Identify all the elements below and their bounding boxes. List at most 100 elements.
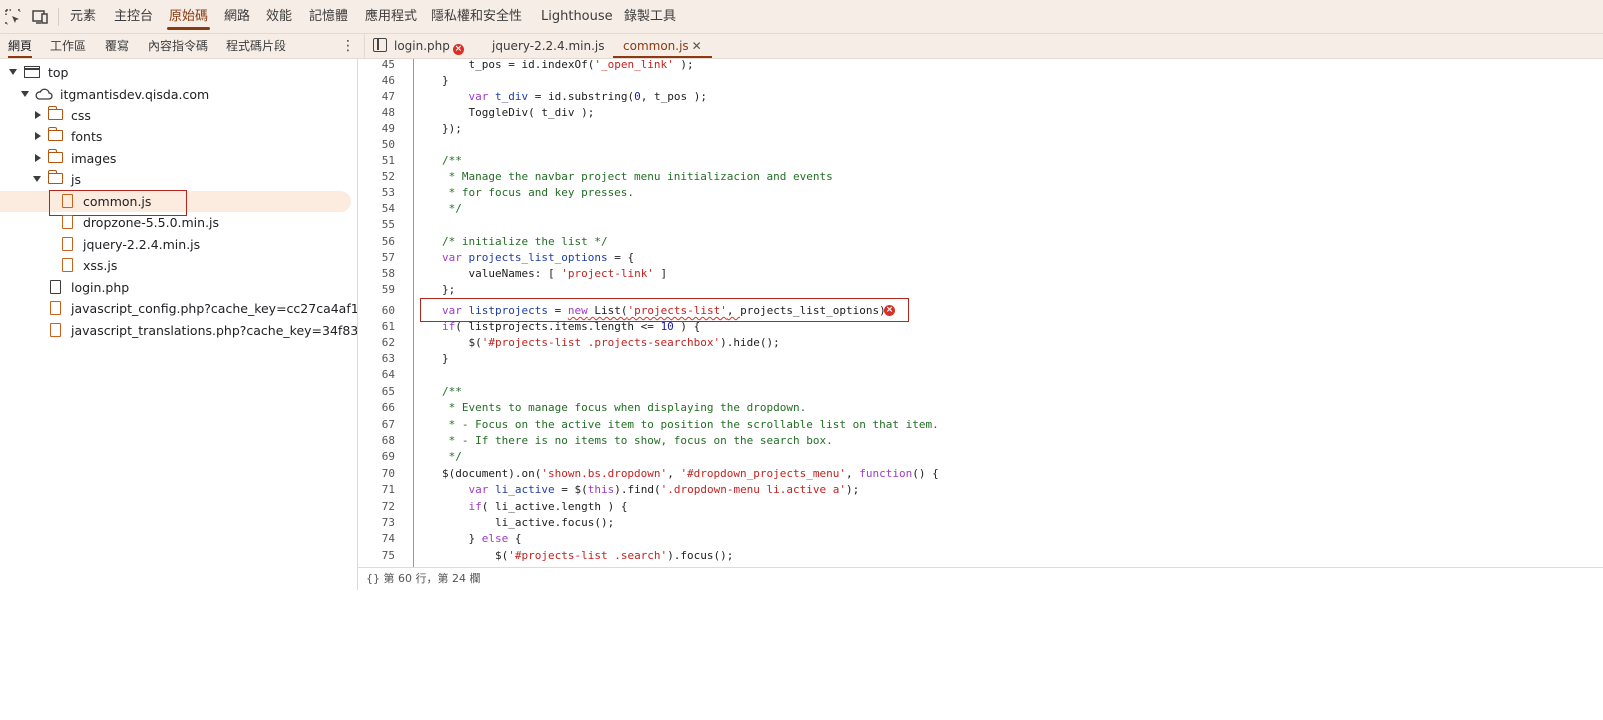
tab-console[interactable]: 主控台 [114,0,153,33]
line-number[interactable]: 53 [358,185,395,201]
line-number[interactable]: 74 [358,531,395,547]
tree-item-domain[interactable]: itgmantisdev.qisda.com [0,84,350,105]
line-number[interactable]: 61 [358,319,395,335]
tree-label: top [48,65,69,80]
line-number[interactable]: 72 [358,499,395,515]
line-number[interactable]: 56 [358,234,395,250]
tab-lighthouse[interactable]: Lighthouse [541,0,613,33]
nav-tab-workspace[interactable]: 工作區 [50,34,86,58]
tab-network[interactable]: 網路 [224,0,250,33]
tab-privacy-security[interactable]: 隱私權和安全性 [431,0,522,33]
error-icon[interactable]: × [884,305,895,316]
nav-tab-page[interactable]: 網頁 [8,34,33,58]
line-number[interactable]: 52 [358,169,395,185]
file-navigator: top itgmantisdev.qisda.com css fonts ima… [0,59,387,590]
line-number[interactable]: 66 [358,400,395,416]
tab-memory[interactable]: 記憶體 [309,0,348,33]
line-number[interactable]: 49 [358,121,395,137]
tree-label: javascript_config.php?cache_key=cc27ca4a… [71,301,387,316]
line-number[interactable]: 46 [358,73,395,89]
code-line: li_active.focus(); [442,516,615,529]
line-number[interactable]: 71 [358,482,395,498]
close-icon[interactable]: ✕ [692,34,702,58]
line-number[interactable]: 75 [358,548,395,564]
line-number[interactable]: 47 [358,89,395,105]
main-toolbar: 元素 主控台 原始碼 網路 效能 記憶體 應用程式 隱私權和安全性 Lighth… [0,0,1603,34]
expand-arrow-icon[interactable] [35,132,41,140]
tree-item-login-php[interactable]: login.php [0,277,350,298]
line-number[interactable]: 59 [358,282,395,298]
line-number[interactable]: 68 [358,433,395,449]
expand-arrow-icon[interactable] [9,69,17,75]
line-number[interactable]: 50 [358,137,395,153]
editor-tab-login-php[interactable]: login.php × [394,34,464,58]
tab-application[interactable]: 應用程式 [365,0,417,33]
tree-label: fonts [71,129,103,144]
code-line: $('#projects-list .projects-searchbox').… [442,336,780,349]
nav-tab-overrides[interactable]: 覆寫 [105,34,129,58]
line-number[interactable]: 51 [358,153,395,169]
tree-item-xss-js[interactable]: xss.js [0,255,350,276]
tree-label: css [71,108,91,123]
code-line: /* initialize the list */ [442,235,608,248]
frame-icon [24,66,40,78]
editor-tab-common-js[interactable]: common.js ✕ [613,34,712,58]
code-editor[interactable]: 45 46 47 48 49 50 51 52 53 54 55 56 57 58 59 60 61 62 63 64… [358,59,1603,567]
gutter-border [413,59,414,567]
tab-recorder[interactable]: 錄製工具 [624,0,676,33]
code-line: * Manage the navbar project menu initial… [442,170,833,183]
toggle-navigator-icon[interactable] [373,38,387,52]
tree-item-folder-fonts[interactable]: fonts [0,126,350,147]
code-line: } [442,352,449,365]
tab-sources[interactable]: 原始碼 [166,0,211,33]
code-line: var projects_list_options = { [442,251,635,264]
tree-label: images [71,151,117,166]
expand-arrow-icon[interactable] [35,154,41,162]
line-number[interactable]: 60 [358,303,395,319]
line-number[interactable]: 48 [358,105,395,121]
device-toolbar-icon[interactable] [31,8,49,26]
nav-tab-content-scripts[interactable]: 內容指令碼 [148,34,208,58]
line-number[interactable]: 58 [358,266,395,282]
nav-tab-snippets[interactable]: 程式碼片段 [226,34,286,58]
pane-divider [364,34,365,58]
code-line: } else { [442,532,522,545]
tree-item-javascript-config[interactable]: javascript_config.php?cache_key=cc27ca4a… [0,298,387,319]
code-line: var li_active = $(this).find('.dropdown-… [468,483,860,496]
kebab-menu-icon[interactable]: ⋮ [341,37,355,55]
line-number[interactable]: 65 [358,384,395,400]
expand-arrow-icon[interactable] [33,176,41,182]
tree-item-folder-images[interactable]: images [0,148,350,169]
tab-elements[interactable]: 元素 [70,0,96,33]
tree-item-jquery-js[interactable]: jquery-2.2.4.min.js [0,234,350,255]
line-number[interactable]: 69 [358,449,395,465]
editor-tab-label: common.js [623,39,689,53]
line-number[interactable]: 54 [358,201,395,217]
expand-arrow-icon[interactable] [21,91,29,97]
line-number[interactable]: 63 [358,351,395,367]
code-line: /** [442,385,462,398]
expand-arrow-icon[interactable] [35,111,41,119]
line-number[interactable]: 62 [358,335,395,351]
editor-tab-jquery[interactable]: jquery-2.2.4.min.js [492,34,604,58]
line-number[interactable]: 70 [358,466,395,482]
file-icon [62,258,73,272]
tab-performance[interactable]: 效能 [266,0,292,33]
code-line: $(document).on('shown.bs.dropdown', '#dr… [442,467,939,480]
line-number[interactable]: 73 [358,515,395,531]
tree-item-top[interactable]: top [0,62,350,83]
code-line: $('#projects-list .search').focus(); [442,549,734,562]
tree-item-folder-js[interactable]: js [0,169,350,190]
tree-item-dropzone-js[interactable]: dropzone-5.5.0.min.js [0,212,350,233]
line-number[interactable]: 64 [358,367,395,383]
line-number[interactable]: 45 [358,59,395,73]
line-number[interactable]: 55 [358,217,395,233]
editor-tab-label: jquery-2.2.4.min.js [492,39,605,53]
line-number[interactable]: 67 [358,417,395,433]
line-number[interactable]: 57 [358,250,395,266]
code-line: /** [442,154,462,167]
code-line: t_pos = id.indexOf('_open_link' ); [442,59,694,71]
inspect-element-icon[interactable] [4,8,22,26]
tree-item-javascript-translations[interactable]: javascript_translations.php?cache_key=34… [0,320,386,341]
tree-item-folder-css[interactable]: css [0,105,350,126]
